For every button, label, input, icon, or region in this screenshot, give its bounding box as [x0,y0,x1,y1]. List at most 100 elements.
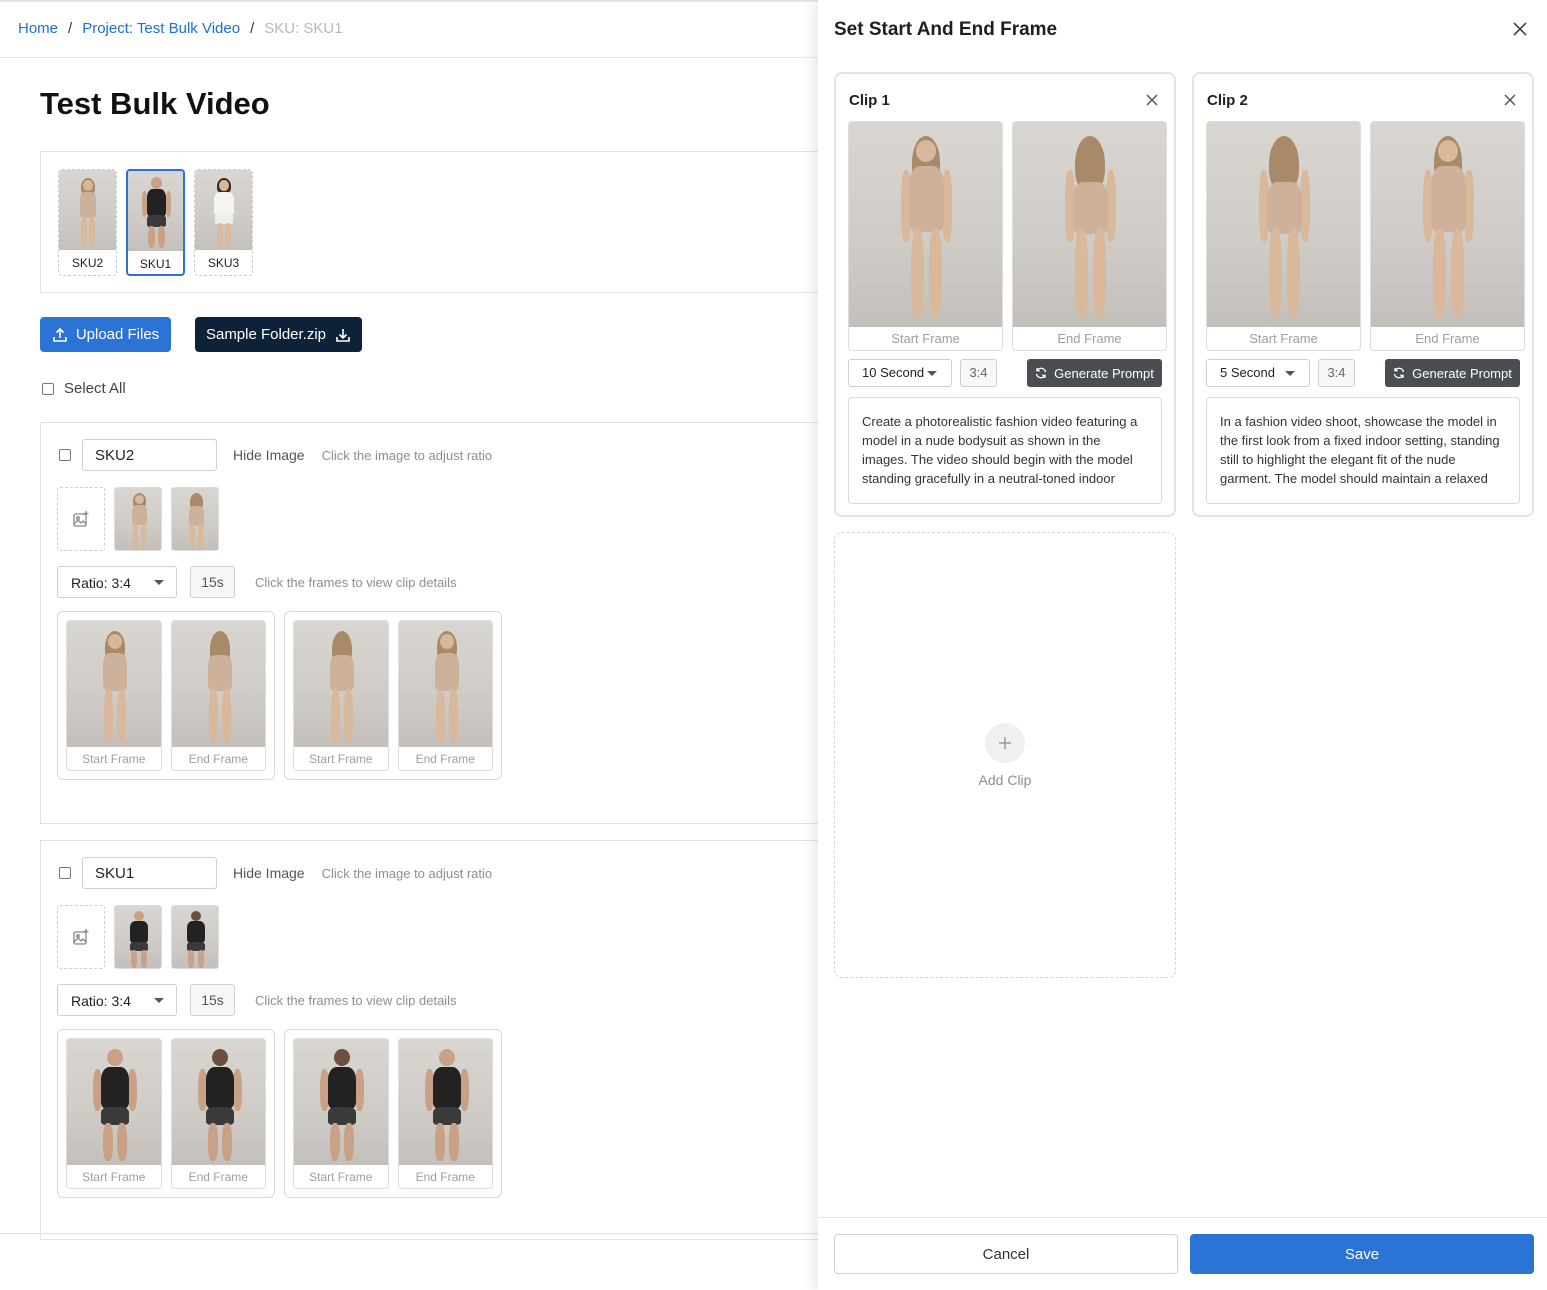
clip-preview[interactable]: Start Frame End Frame [57,611,275,780]
clip-title: Clip 1 [849,92,890,109]
sku-checkbox[interactable] [59,867,71,879]
source-image-thumb[interactable] [114,487,162,551]
add-image-button[interactable] [57,487,105,551]
ratio-value: Ratio: 3:4 [71,575,131,591]
ratio-hint: Click the image to adjust ratio [321,447,493,463]
generate-prompt-button[interactable]: Generate Prompt [1027,359,1162,387]
sku-tile-label: SKU1 [139,257,172,271]
aspect-ratio-badge: 3:4 [960,359,997,387]
prompt-textarea[interactable]: In a fashion video shoot, showcase the m… [1206,397,1520,504]
end-frame-label: End Frame [1415,331,1480,346]
remove-clip-icon[interactable] [1504,94,1516,106]
clip-card-1: Clip 1 Start Frame End Frame 10 Second 3… [834,72,1176,517]
clip-preview[interactable]: Start Frame End Frame [57,1029,275,1198]
ratio-dropdown[interactable]: Ratio: 3:4 [57,566,177,598]
sku-checkbox[interactable] [59,449,71,461]
refresh-icon [1394,367,1405,379]
drawer-title: Set Start And End Frame [834,19,1058,40]
start-frame-label: Start Frame [891,331,960,346]
end-frame-label: End Frame [415,1170,475,1184]
sku-tile-label: SKU2 [71,256,104,270]
chevron-down-icon [154,998,164,1003]
sku-tile-sku2[interactable]: SKU2 [58,169,117,276]
duration-value: 10 Second [862,365,925,380]
select-all-label: Select All [64,380,126,397]
start-frame-label: Start Frame [82,752,146,766]
sku-photo [59,170,116,250]
drawer-footer-divider [818,1217,1547,1218]
sku-tile-sku1[interactable]: SKU1 [126,169,185,276]
end-frame[interactable]: End Frame [170,1038,266,1189]
cancel-button[interactable]: Cancel [834,1234,1178,1274]
remove-clip-icon[interactable] [1146,94,1158,106]
clip-hint: Click the frames to view clip details [255,574,457,590]
add-image-icon [73,511,89,527]
chevron-down-icon [927,371,937,376]
end-frame[interactable]: End Frame [397,1038,493,1189]
duration-dropdown[interactable]: 10 Second [848,359,952,387]
sku-name-input[interactable]: SKU2 [82,439,217,471]
add-clip-card[interactable]: Add Clip [834,532,1176,978]
ratio-dropdown[interactable]: Ratio: 3:4 [57,984,177,1016]
refresh-icon [1036,367,1047,379]
breadcrumb-current: SKU: SKU1 [264,20,343,37]
clip-hint: Click the frames to view clip details [255,992,457,1008]
end-frame-label: End Frame [415,752,475,766]
breadcrumb: Home / Project: Test Bulk Video / SKU: S… [18,20,343,37]
sku-card-sku1: SKU1 Hide Image Click the image to adjus… [40,840,830,1240]
source-image-thumb[interactable] [171,905,219,969]
download-icon [336,328,350,342]
save-button[interactable]: Save [1190,1234,1534,1274]
sku-tile-sku3[interactable]: SKU3 [194,169,253,276]
end-frame-label: End Frame [1057,331,1122,346]
upload-files-button[interactable]: Upload Files [40,317,171,352]
end-frame-label: End Frame [188,752,248,766]
start-frame[interactable]: Start Frame [293,620,389,771]
start-frame[interactable]: Start Frame [848,121,1003,351]
start-frame[interactable]: Start Frame [1206,121,1361,351]
aspect-ratio-badge: 3:4 [1318,359,1355,387]
generate-prompt-label: Generate Prompt [1412,365,1512,381]
end-frame[interactable]: End Frame [1012,121,1167,351]
sku-photo [128,171,183,251]
add-image-button[interactable] [57,905,105,969]
ratio-hint: Click the image to adjust ratio [321,865,493,881]
generate-prompt-button[interactable]: Generate Prompt [1385,359,1520,387]
close-icon[interactable] [1511,20,1529,38]
end-frame[interactable]: End Frame [397,620,493,771]
footer-divider [0,1233,820,1234]
start-frame[interactable]: Start Frame [293,1038,389,1189]
clip-title: Clip 2 [1207,92,1248,109]
hide-image-button[interactable]: Hide Image [233,865,305,881]
header-divider [0,57,820,58]
clip-preview[interactable]: Start Frame End Frame [284,611,502,780]
sample-folder-download-button[interactable]: Sample Folder.zip [195,317,362,352]
breadcrumb-separator: / [68,20,73,37]
hide-image-button[interactable]: Hide Image [233,447,305,463]
ratio-value: Ratio: 3:4 [71,993,131,1009]
source-image-thumb[interactable] [171,487,219,551]
sku-name-input[interactable]: SKU1 [82,857,217,889]
end-frame[interactable]: End Frame [170,620,266,771]
start-frame[interactable]: Start Frame [66,1038,162,1189]
select-all[interactable]: Select All [42,380,126,397]
upload-icon [53,327,67,342]
upload-files-label: Upload Files [75,326,160,343]
duration-badge: 15s [190,566,235,598]
start-frame-label: Start Frame [1249,331,1318,346]
breadcrumb-home[interactable]: Home [18,20,58,37]
start-frame-label: Start Frame [82,1170,146,1184]
prompt-textarea[interactable]: Create a photorealistic fashion video fe… [848,397,1162,504]
duration-dropdown[interactable]: 5 Second [1206,359,1310,387]
breadcrumb-project[interactable]: Project: Test Bulk Video [82,20,240,37]
source-image-thumb[interactable] [114,905,162,969]
clip-preview[interactable]: Start Frame End Frame [284,1029,502,1198]
start-frame[interactable]: Start Frame [66,620,162,771]
sku-photo [195,170,252,250]
end-frame[interactable]: End Frame [1370,121,1525,351]
duration-value: 5 Second [1220,365,1275,380]
duration-badge: 15s [190,984,235,1016]
select-all-checkbox[interactable] [42,382,54,395]
set-frames-drawer: Set Start And End Frame Clip 1 Start Fra… [818,0,1547,1290]
sku-selector: SKU2 SKU1 SKU3 [40,151,830,293]
